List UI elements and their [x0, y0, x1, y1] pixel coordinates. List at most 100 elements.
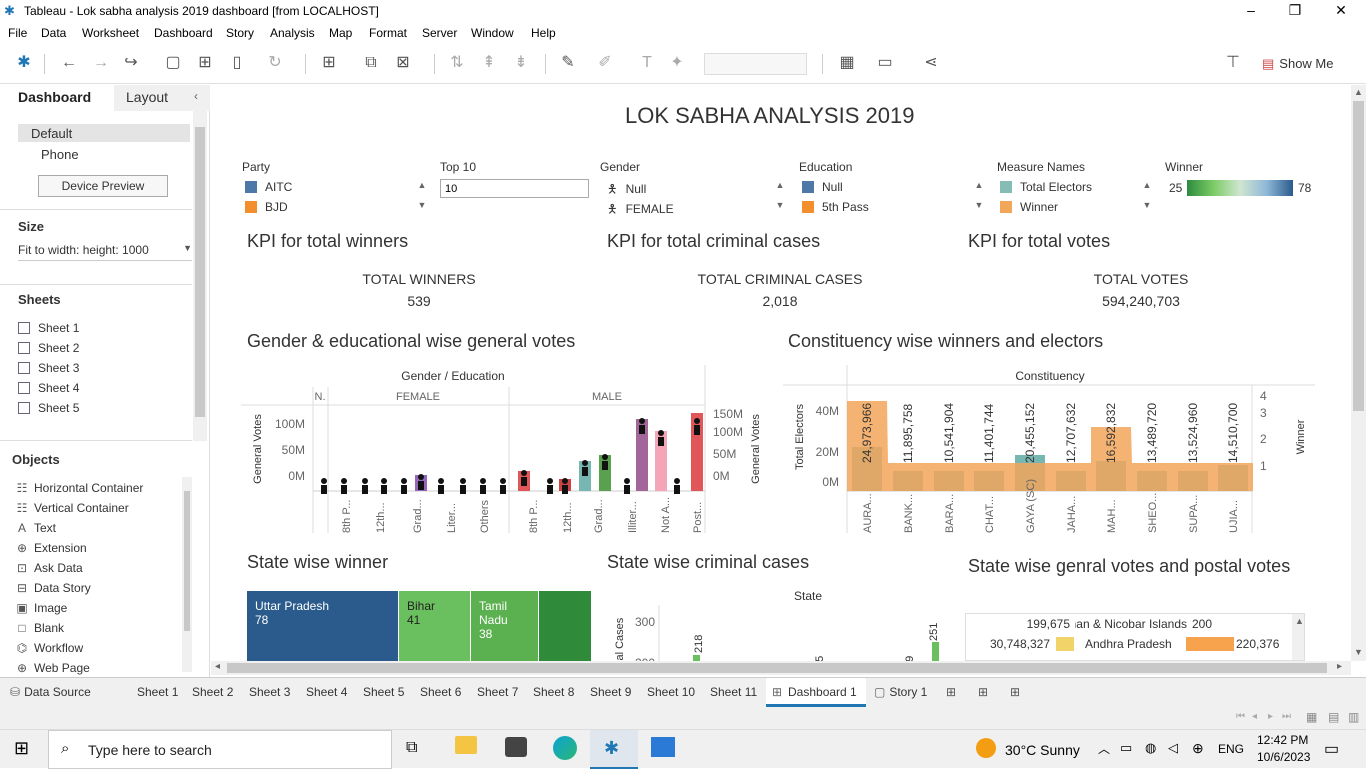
sheet-tab[interactable]: Sheet 1	[137, 685, 178, 699]
bar[interactable]	[1056, 637, 1074, 651]
person-mark[interactable]	[521, 470, 527, 476]
person-mark[interactable]	[460, 478, 466, 484]
task-view-icon[interactable]: ⧉	[406, 739, 417, 757]
sheets-scrollbar[interactable]	[193, 111, 207, 441]
scroll-thumb[interactable]	[227, 663, 1327, 673]
scroll-down-icon[interactable]: ▼	[1354, 647, 1363, 657]
person-mark[interactable]	[381, 478, 387, 484]
language-indicator[interactable]: ENG	[1218, 742, 1244, 756]
menu-worksheet[interactable]: Worksheet	[82, 26, 139, 40]
person-mark[interactable]	[658, 430, 664, 436]
treemap-tile[interactable]	[539, 591, 591, 661]
scroll-up-icon[interactable]: ▲	[1141, 180, 1153, 190]
pause-updates-icon[interactable]: ▯	[226, 52, 248, 74]
show-me-button[interactable]: ▤ Show Me	[1262, 56, 1334, 72]
sort-asc-icon[interactable]: ⇞	[478, 52, 500, 74]
object-item[interactable]: ⊡ Ask Data	[16, 561, 83, 575]
sheet-item[interactable]: Sheet 1	[18, 321, 79, 335]
menu-window[interactable]: Window	[471, 26, 514, 40]
swap-icon[interactable]: ⇅	[446, 52, 468, 74]
scroll-thumb[interactable]	[1353, 101, 1364, 411]
refresh-icon[interactable]: ↻	[264, 52, 286, 74]
scroll-up-icon[interactable]: ▲	[416, 180, 428, 190]
battery-icon[interactable]: ▭	[1120, 740, 1132, 756]
person-mark[interactable]	[500, 478, 506, 484]
prev-page-icon[interactable]: ◂	[1252, 711, 1257, 722]
label-icon[interactable]: T	[636, 52, 658, 74]
menu-file[interactable]: File	[8, 26, 27, 40]
measure-legend-item[interactable]: Winner	[1000, 200, 1058, 214]
tableau-home-icon[interactable]: ✱	[13, 52, 35, 74]
scroll-up-icon[interactable]: ▲	[1295, 616, 1304, 626]
share-icon[interactable]: ⋖	[920, 52, 942, 74]
collapse-icon[interactable]: ‹	[194, 89, 198, 103]
clock-time[interactable]: 12:42 PM	[1257, 733, 1308, 747]
sheet-item[interactable]: Sheet 2	[18, 341, 79, 355]
object-item[interactable]: ▣ Image	[16, 601, 67, 615]
presentation-icon[interactable]: ▭	[874, 52, 896, 74]
sheet-tab[interactable]: Sheet 6	[420, 685, 461, 699]
last-page-icon[interactable]: ⏭	[1282, 711, 1291, 722]
menu-story[interactable]: Story	[226, 26, 254, 40]
object-item[interactable]: ⊕ Web Page	[16, 661, 90, 675]
size-select[interactable]: Fit to width: height: 1000 ▼	[18, 243, 192, 261]
highlight-icon[interactable]: ✎	[557, 52, 579, 74]
party-legend-item[interactable]: BJD	[245, 200, 288, 214]
fit-dropdown[interactable]	[704, 53, 807, 75]
sheet-tab[interactable]: Sheet 9	[590, 685, 631, 699]
save-icon[interactable]: ▢	[162, 52, 184, 74]
scroll-left-icon[interactable]: ◂	[215, 661, 220, 672]
bar[interactable]	[932, 642, 939, 661]
menu-data[interactable]: Data	[41, 26, 66, 40]
sort-desc-icon[interactable]: ⇟	[510, 52, 532, 74]
menu-map[interactable]: Map	[329, 26, 352, 40]
new-story-tab-icon[interactable]: ⊞	[1010, 685, 1020, 699]
object-item[interactable]: ⌬ Workflow	[16, 641, 83, 655]
person-mark[interactable]	[639, 418, 645, 424]
windows-start-icon[interactable]: ⊞	[14, 738, 29, 759]
gender-legend-item[interactable]: 🯅 Null	[607, 180, 646, 201]
menu-dashboard[interactable]: Dashboard	[154, 26, 213, 40]
forward-icon[interactable]: →	[90, 52, 112, 74]
person-mark[interactable]	[341, 478, 347, 484]
tab-dashboard[interactable]: Dashboard	[0, 85, 114, 111]
filmstrip-view-icon[interactable]: ▤	[1328, 710, 1339, 724]
person-mark[interactable]	[480, 478, 486, 484]
person-mark[interactable]	[547, 478, 553, 484]
object-item[interactable]: ☷ Horizontal Container	[16, 481, 144, 495]
sheet-tab[interactable]: Sheet 4	[306, 685, 347, 699]
globe-icon[interactable]: ⊕	[1192, 740, 1204, 757]
volume-icon[interactable]: ◁	[1168, 740, 1178, 756]
sheet-item[interactable]: Sheet 4	[18, 381, 79, 395]
tableau-taskbar-button[interactable]: ✱	[590, 730, 638, 769]
tab-layout[interactable]: Layout ‹	[114, 85, 210, 111]
pin-icon[interactable]: ✦	[666, 52, 688, 74]
grid-view-icon[interactable]: ▦	[1306, 710, 1317, 724]
person-mark[interactable]	[438, 478, 444, 484]
bar[interactable]	[691, 413, 703, 491]
treemap-tile[interactable]: Bihar 41	[399, 591, 470, 661]
scroll-up-icon[interactable]: ▲	[1354, 87, 1363, 97]
person-mark[interactable]	[582, 460, 588, 466]
person-mark[interactable]	[694, 418, 700, 424]
object-item[interactable]: ⊕ Extension	[16, 541, 87, 555]
show-cards-icon[interactable]: ▦	[836, 52, 858, 74]
person-mark[interactable]	[362, 478, 368, 484]
objects-scrollbar[interactable]	[182, 477, 192, 672]
measure-legend-item[interactable]: Total Electors	[1000, 180, 1092, 194]
person-mark[interactable]	[674, 478, 680, 484]
format-workbook-icon[interactable]: ⊤	[1222, 52, 1244, 74]
treemap-tile[interactable]: Tamil Nadu 38	[471, 591, 538, 661]
menu-analysis[interactable]: Analysis	[270, 26, 315, 40]
tab-dashboard-1[interactable]: ⊞ Dashboard 1	[766, 678, 866, 707]
sheet-item[interactable]: Sheet 3	[18, 361, 79, 375]
person-mark[interactable]	[418, 474, 424, 480]
vertical-scrollbar[interactable]: ▲ ▼	[1351, 85, 1366, 661]
person-mark[interactable]	[562, 478, 568, 484]
object-item[interactable]: A Text	[16, 521, 56, 535]
object-item[interactable]: ☷ Vertical Container	[16, 501, 129, 515]
sheet-item[interactable]: Sheet 5	[18, 401, 79, 415]
device-default[interactable]: Default	[18, 124, 190, 142]
menu-server[interactable]: Server	[422, 26, 457, 40]
top10-input[interactable]	[440, 179, 589, 198]
